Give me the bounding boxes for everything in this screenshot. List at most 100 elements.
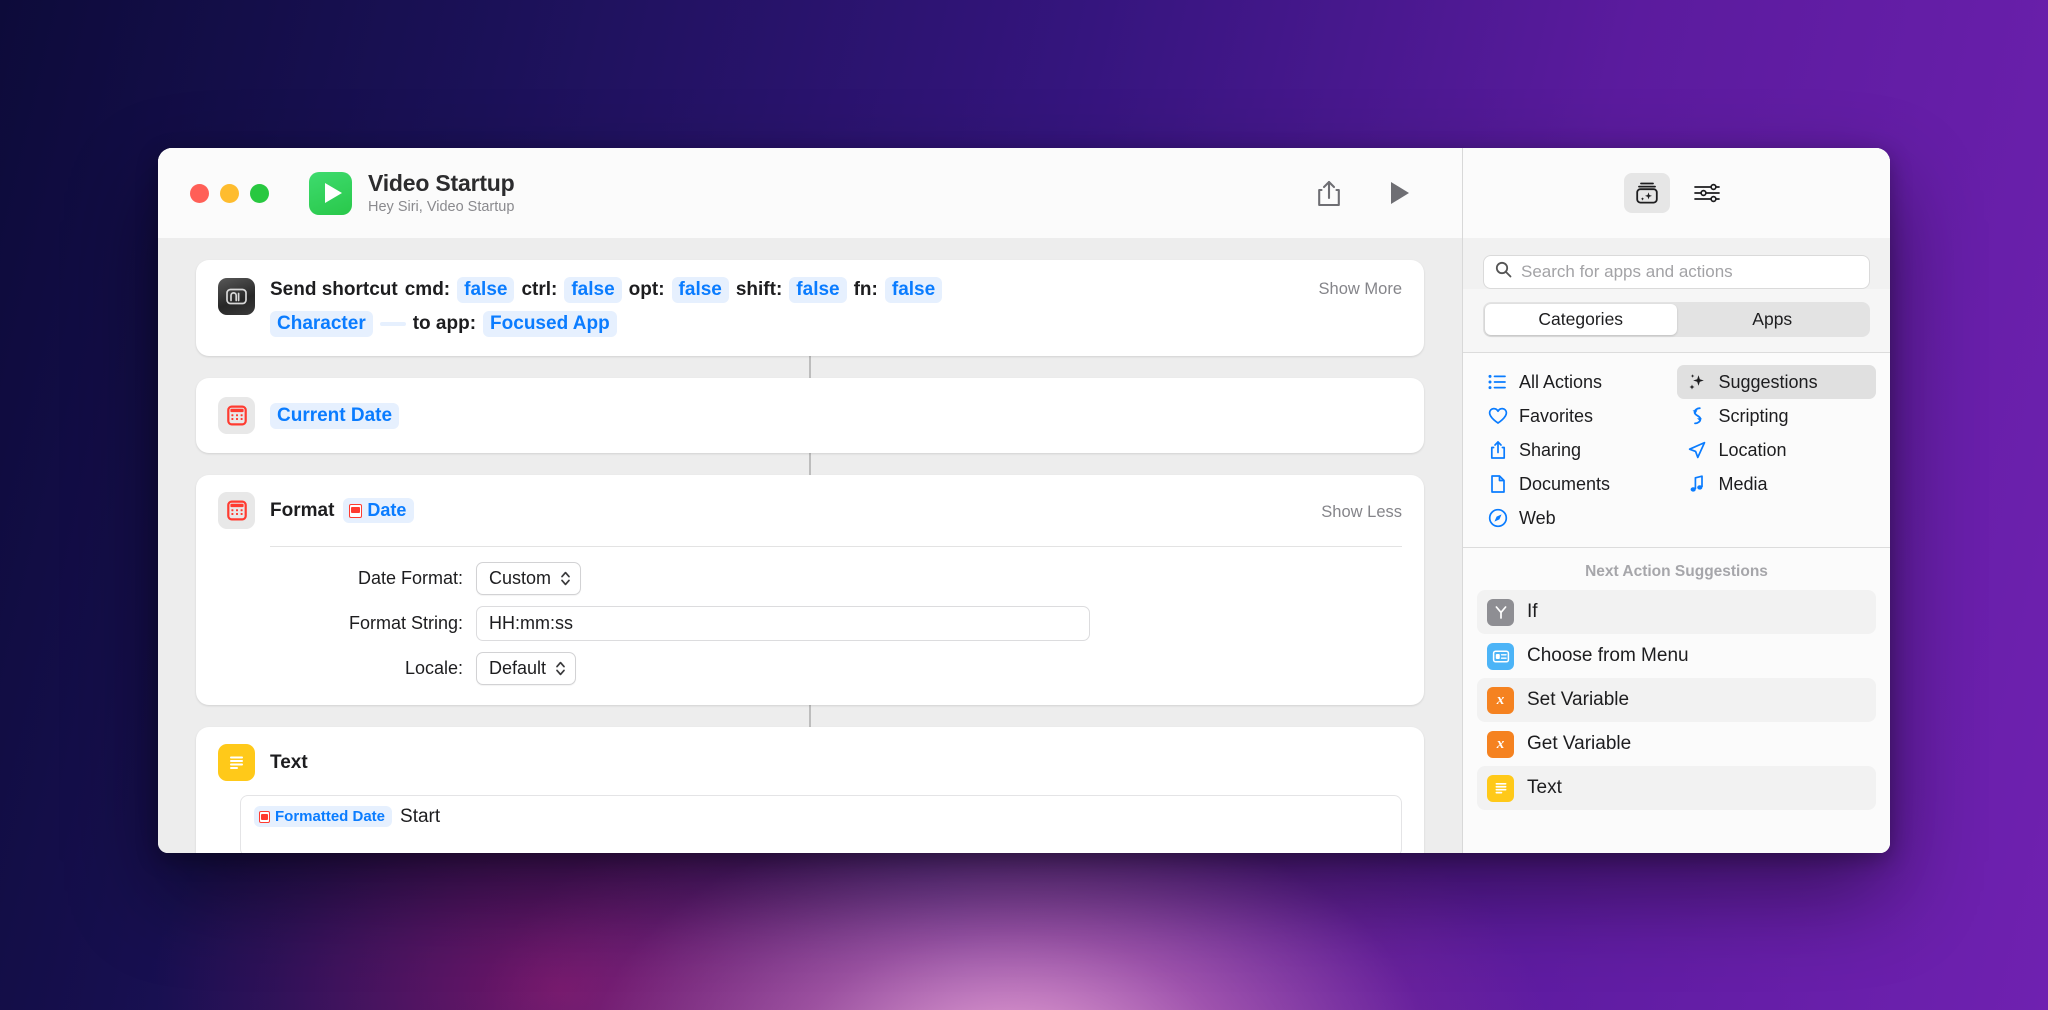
action-prefix: Send shortcut [270, 279, 398, 300]
library-segmented-control[interactable]: Categories Apps [1483, 302, 1870, 337]
action-card-text[interactable]: Text Formatted Date Start [196, 727, 1424, 853]
category-label: Web [1519, 507, 1556, 528]
action-library-icon[interactable] [1623, 173, 1670, 213]
date-format-value: Custom [489, 568, 552, 588]
suggestion-item-get-variable[interactable]: x Get Variable [1477, 722, 1876, 766]
tab-apps[interactable]: Apps [1677, 304, 1869, 335]
suggestion-label: Set Variable [1527, 689, 1630, 710]
suggestion-label: Get Variable [1527, 733, 1632, 754]
keyboard-icon [218, 278, 255, 315]
run-button[interactable] [1388, 180, 1412, 206]
param-value-ctrl[interactable]: false [564, 277, 622, 303]
shortcut-icon [309, 171, 352, 215]
suggestion-label: Text [1527, 777, 1562, 798]
search-input[interactable] [1521, 262, 1858, 282]
category-label: All Actions [1519, 371, 1603, 392]
param-value-cmd[interactable]: false [457, 277, 515, 303]
formatted-date-token[interactable]: Formatted Date [254, 806, 393, 827]
send-shortcut-params: Send shortcut cmd: false ctrl: false opt… [270, 277, 970, 337]
sidebar-toolbar [1463, 148, 1890, 238]
category-all-actions[interactable]: All Actions [1477, 365, 1677, 399]
category-label: Suggestions [1718, 371, 1818, 392]
calendar-icon [218, 397, 255, 434]
action-list: Send shortcut cmd: false ctrl: false opt… [158, 260, 1462, 853]
chevron-updown-icon [560, 570, 571, 587]
text-body-value: Start [400, 806, 441, 827]
param-value-blank[interactable] [379, 322, 406, 326]
workflow-canvas[interactable]: Send shortcut cmd: false ctrl: false opt… [158, 238, 1462, 853]
action-connector [809, 453, 811, 475]
categories-column-right: Suggestions Scripting Location Media [1676, 365, 1877, 535]
play-icon [1391, 182, 1409, 204]
chevron-updown-icon [555, 660, 566, 677]
field-label: Date Format: [357, 568, 463, 588]
param-value-shift[interactable]: false [789, 277, 847, 303]
formatted-date-token-label: Formatted Date [275, 808, 386, 825]
share-button[interactable] [1316, 179, 1342, 208]
category-label: Scripting [1718, 405, 1789, 426]
format-input-token[interactable]: Date [343, 498, 415, 523]
list-icon [1487, 372, 1508, 393]
page-title: Video Startup [368, 169, 515, 196]
param-value-opt[interactable]: false [671, 277, 729, 303]
show-less-button[interactable]: Show Less [1303, 500, 1402, 522]
category-scripting[interactable]: Scripting [1677, 399, 1877, 433]
action-connector [809, 705, 811, 727]
category-documents[interactable]: Documents [1477, 467, 1677, 501]
window-titlebar: Video Startup Hey Siri, Video Startup [158, 148, 1462, 238]
search-area [1463, 238, 1890, 289]
field-date-format: Date Format: Custom [218, 562, 1402, 595]
action-connector [809, 356, 811, 378]
page-subtitle: Hey Siri, Video Startup [368, 199, 515, 216]
show-more-button[interactable]: Show More [1301, 277, 1402, 299]
traffic-lights [190, 183, 269, 203]
param-value-character[interactable]: Character [270, 311, 373, 337]
close-button[interactable] [190, 183, 209, 203]
sliders-icon[interactable] [1684, 173, 1730, 213]
if-icon [1487, 598, 1514, 626]
action-card-current-date[interactable]: Current Date [196, 378, 1424, 453]
action-card-format-date[interactable]: Format Date Show Less Date Format: Custo… [196, 475, 1424, 705]
scripting-icon [1687, 406, 1708, 427]
field-label: Format String: [348, 613, 463, 633]
minimize-button[interactable] [220, 183, 239, 203]
param-label-fn: fn: [853, 279, 878, 300]
suggestions-list: Next Action Suggestions If Choose from M… [1463, 548, 1890, 853]
calendar-icon [218, 492, 255, 529]
format-input-token-label: Date [367, 500, 407, 520]
title-block: Video Startup Hey Siri, Video Startup [368, 169, 515, 216]
category-suggestions[interactable]: Suggestions [1676, 365, 1876, 399]
location-icon [1687, 440, 1708, 461]
locale-value: Default [489, 658, 547, 678]
param-value-to-app[interactable]: Focused App [483, 311, 617, 337]
category-favorites[interactable]: Favorites [1477, 399, 1677, 433]
action-card-send-shortcut[interactable]: Send shortcut cmd: false ctrl: false opt… [196, 260, 1424, 356]
param-label-ctrl: ctrl: [521, 279, 558, 300]
text-body-input[interactable]: Formatted Date Start [240, 795, 1402, 853]
suggestion-item-choose-from-menu[interactable]: Choose from Menu [1477, 634, 1876, 678]
category-web[interactable]: Web [1477, 501, 1677, 535]
suggestion-label: Choose from Menu [1527, 645, 1689, 666]
format-string-input[interactable]: HH:mm:ss [476, 606, 1090, 641]
category-media[interactable]: Media [1677, 467, 1877, 501]
mini-calendar-icon [349, 503, 363, 518]
suggestion-item-if[interactable]: If [1477, 590, 1876, 634]
search-field[interactable] [1483, 255, 1870, 289]
current-date-token[interactable]: Current Date [270, 402, 400, 429]
param-value-fn[interactable]: false [884, 277, 943, 303]
suggestion-item-set-variable[interactable]: x Set Variable [1477, 678, 1876, 722]
locale-select[interactable]: Default [476, 652, 577, 685]
tab-categories[interactable]: Categories [1485, 304, 1677, 335]
editor-pane: Video Startup Hey Siri, Video Startup Se… [158, 148, 1462, 853]
zoom-button[interactable] [250, 183, 269, 203]
text-icon [218, 744, 255, 781]
category-location[interactable]: Location [1677, 433, 1877, 467]
suggestion-item-text[interactable]: Text [1477, 766, 1876, 810]
field-locale: Locale: Default [218, 652, 1402, 685]
category-sharing[interactable]: Sharing [1477, 433, 1677, 467]
date-format-select[interactable]: Custom [476, 562, 582, 595]
format-action-title: Format [270, 499, 335, 521]
shortcuts-window: Video Startup Hey Siri, Video Startup Se… [158, 148, 1890, 853]
category-label: Media [1718, 473, 1768, 494]
category-label: Sharing [1519, 439, 1582, 460]
